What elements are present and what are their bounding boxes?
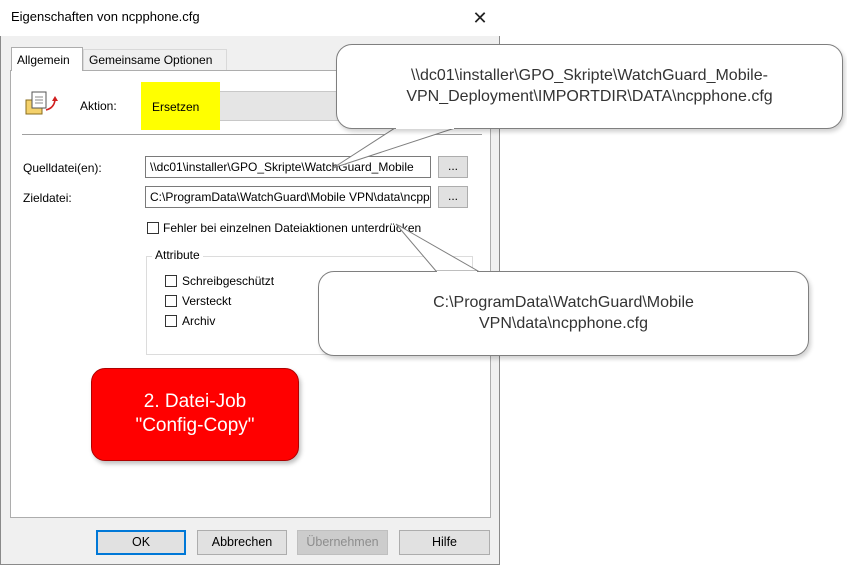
tab-general[interactable]: Allgemein (11, 47, 83, 71)
target-pointer-join (437, 271, 477, 273)
